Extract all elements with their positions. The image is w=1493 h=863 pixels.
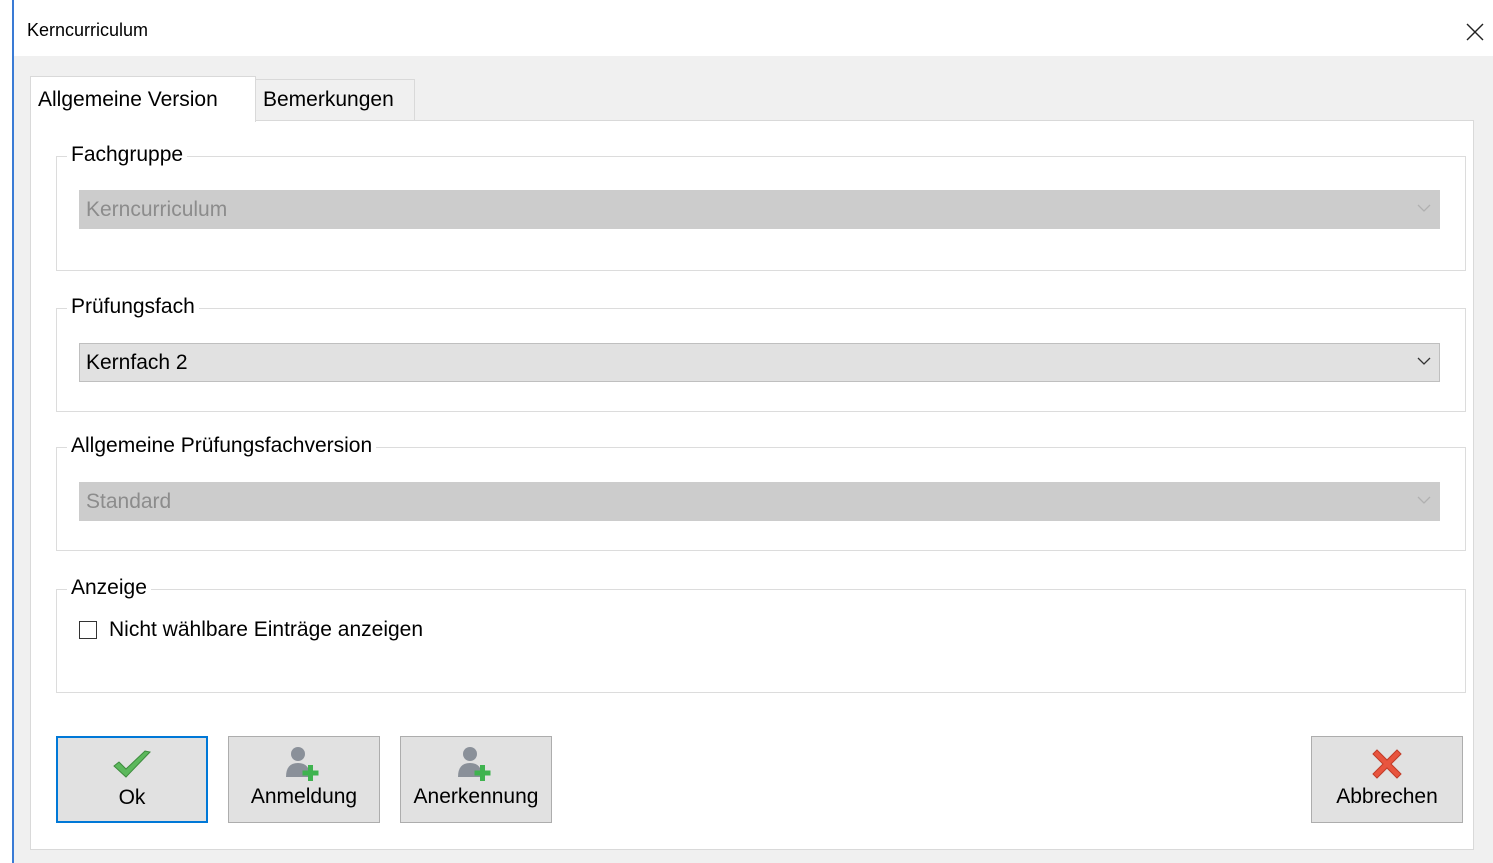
tab-label: Allgemeine Version [38, 87, 218, 111]
cross-icon [1369, 745, 1405, 783]
group-label-anzeige: Anzeige [67, 574, 151, 602]
group-pruefungsfachversion: Allgemeine Prüfungsfachversion Standard [56, 432, 1466, 551]
checkmark-icon [112, 746, 152, 784]
dropdown-value: Standard [86, 489, 172, 513]
anmeldung-button[interactable]: Anmeldung [228, 736, 380, 823]
chevron-down-icon [1417, 496, 1431, 504]
user-add-icon [284, 745, 324, 783]
title-bar: Kerncurriculum [14, 8, 1493, 56]
chevron-down-icon [1417, 204, 1431, 212]
pruefungsfachversion-dropdown: Standard [79, 482, 1440, 521]
dropdown-value: Kerncurriculum [86, 197, 228, 221]
group-label-pruefungsfachversion: Allgemeine Prüfungsfachversion [67, 432, 377, 460]
user-add-icon [456, 745, 496, 783]
group-anzeige: Anzeige Nicht wählbare Einträge anzeigen [56, 574, 1466, 693]
close-icon [1466, 23, 1484, 41]
pruefungsfach-dropdown[interactable]: Kernfach 2 [79, 343, 1440, 382]
group-pruefungsfach: Prüfungsfach Kernfach 2 [56, 293, 1466, 412]
ok-button-label: Ok [118, 786, 146, 809]
anerkennung-button-label: Anerkennung [413, 785, 539, 808]
window-title: Kerncurriculum [27, 20, 149, 40]
abbrechen-button[interactable]: Abbrechen [1311, 736, 1463, 823]
chevron-down-icon [1417, 357, 1431, 365]
anmeldung-button-label: Anmeldung [250, 785, 358, 808]
show-unselectable-entries-checkbox[interactable] [79, 621, 97, 639]
group-fachgruppe: Fachgruppe Kerncurriculum [56, 141, 1466, 271]
anerkennung-button[interactable]: Anerkennung [400, 736, 552, 823]
fachgruppe-dropdown: Kerncurriculum [79, 190, 1440, 229]
abbrechen-button-label: Abbrechen [1336, 785, 1438, 808]
ok-button[interactable]: Ok [56, 736, 208, 823]
group-label-fachgruppe: Fachgruppe [67, 141, 188, 169]
background-page-strip [0, 0, 1493, 8]
tab-allgemeine-version[interactable]: Allgemeine Version [30, 76, 256, 122]
tab-bemerkungen[interactable]: Bemerkungen [255, 79, 415, 120]
dialog-window: Kerncurriculum Allgemeine Version Bemerk… [14, 8, 1493, 863]
checkbox-label: Nicht wählbare Einträge anzeigen [109, 618, 424, 641]
tab-label: Bemerkungen [263, 88, 394, 111]
dropdown-value: Kernfach 2 [86, 350, 188, 374]
group-label-pruefungsfach: Prüfungsfach [67, 293, 199, 321]
show-unselectable-entries-checkbox-row[interactable]: Nicht wählbare Einträge anzeigen [79, 618, 423, 642]
close-button[interactable] [1457, 12, 1493, 52]
